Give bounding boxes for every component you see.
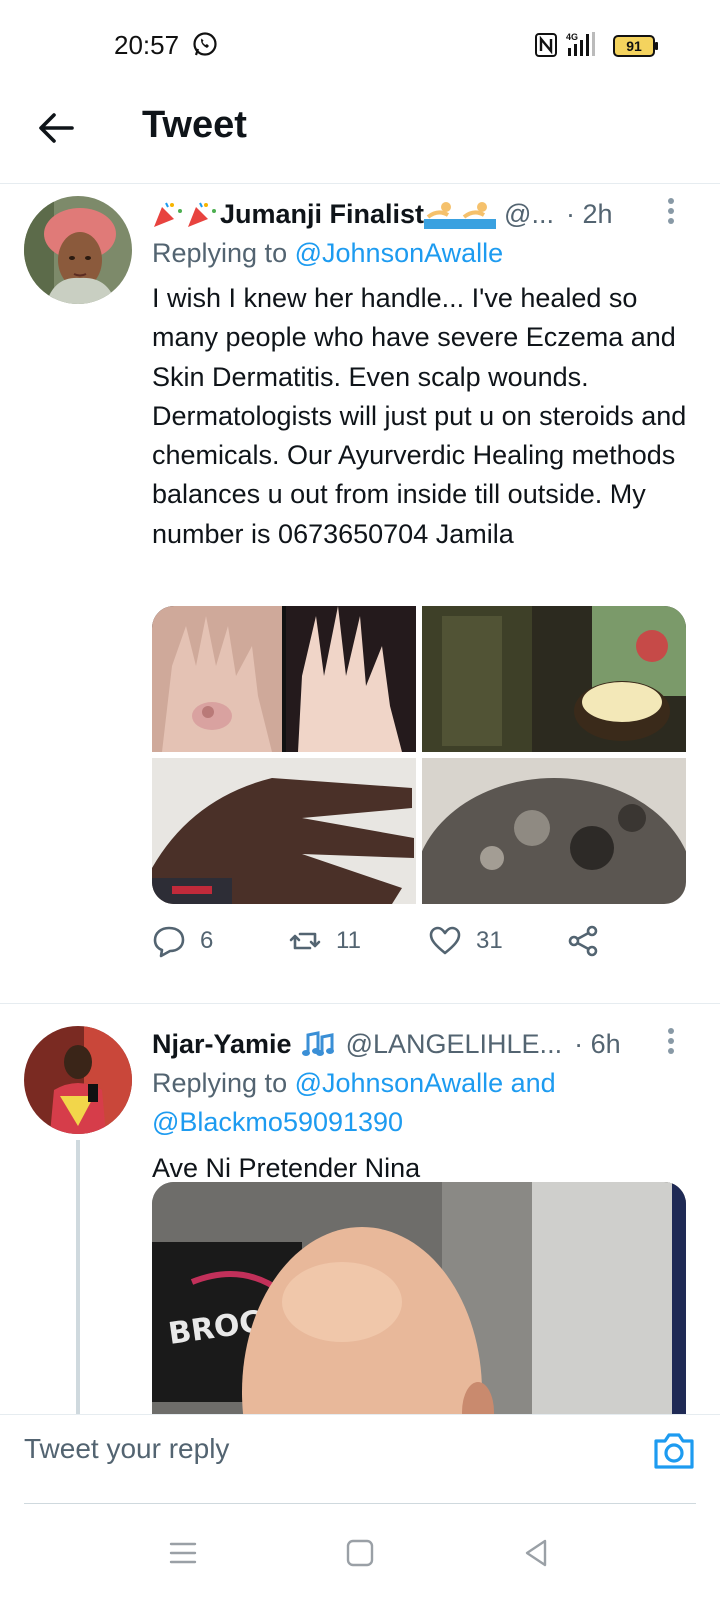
nfc-icon	[535, 33, 557, 57]
swimmer-icon	[460, 202, 497, 229]
reply-icon	[153, 926, 185, 958]
author-handle[interactable]: @LANGELIHLE...	[346, 1029, 563, 1060]
author-handle[interactable]: @...	[504, 199, 554, 230]
battery-level: 91	[626, 38, 642, 54]
status-time: 20:57	[114, 30, 180, 60]
tweet-text: I wish I knew her handle... I've healed …	[152, 283, 687, 549]
back-arrow-icon[interactable]	[36, 108, 76, 148]
music-notes-icon	[301, 1031, 334, 1056]
author-name[interactable]: Njar-Yamie	[152, 1029, 338, 1060]
media-grid[interactable]	[152, 606, 686, 904]
tweet[interactable]: Njar-Yamie @LANGELIHLE... · 6h Replying …	[0, 1004, 720, 1414]
tweet-header: Njar-Yamie @LANGELIHLE... · 6h	[152, 1024, 680, 1064]
page-title: Tweet	[142, 104, 247, 146]
mention-link[interactable]: @JohnsonAwalle	[295, 238, 504, 268]
replying-to: Replying to @JohnsonAwalle	[152, 234, 696, 273]
heart-icon	[429, 926, 461, 955]
header: Tweet	[0, 90, 720, 184]
retweet-button[interactable]: 11	[288, 924, 361, 958]
tweet-header: Jumanji Finalist @... · 2h	[152, 194, 680, 234]
media-image-oil-jar[interactable]	[422, 606, 686, 752]
avatar[interactable]	[24, 196, 132, 304]
battery-icon: 91	[613, 35, 658, 57]
tweet[interactable]: Jumanji Finalist @... · 2h Replying to @…	[0, 184, 720, 1004]
replying-to-label: Replying to	[152, 238, 288, 268]
share-button[interactable]	[566, 924, 614, 958]
media-image-dark-hand[interactable]	[152, 758, 416, 904]
reply-input[interactable]: Tweet your reply	[24, 1433, 229, 1465]
retweet-icon	[289, 932, 321, 950]
media-image-scalp[interactable]	[422, 758, 686, 904]
avatar[interactable]	[24, 1026, 132, 1134]
system-navbar	[0, 1504, 720, 1600]
whatsapp-icon	[193, 32, 217, 56]
thread-line	[76, 1140, 80, 1414]
retweet-count: 11	[336, 927, 361, 954]
home-icon[interactable]	[343, 1536, 377, 1570]
reply-count: 6	[200, 927, 214, 954]
reply-composer: Tweet your reply	[0, 1414, 720, 1505]
media-image-hands[interactable]	[152, 606, 416, 752]
author-name-text: Njar-Yamie	[152, 1028, 292, 1059]
reply-button[interactable]: 6	[152, 924, 213, 958]
tweet-actions: 6 11 31	[152, 924, 632, 964]
like-button[interactable]: 31	[428, 924, 503, 958]
author-name-text: Jumanji Finalist	[220, 198, 425, 229]
network-label: 4G	[566, 32, 578, 42]
back-icon[interactable]	[519, 1536, 553, 1570]
replying-to-label: Replying to	[152, 1068, 288, 1098]
like-count: 31	[476, 927, 503, 954]
tweet-time: · 6h	[574, 1028, 621, 1059]
party-popper-icon	[154, 202, 182, 227]
share-icon	[568, 925, 598, 957]
menu-icon[interactable]	[166, 1536, 200, 1570]
party-popper-icon	[188, 202, 216, 227]
status-bar: 20:57 4G 91	[0, 0, 720, 90]
more-options-icon[interactable]	[666, 1026, 676, 1056]
signal-icon: 4G	[566, 32, 595, 56]
tweet-time: · 2h	[565, 198, 613, 229]
replying-to: Replying to @JohnsonAwalle and @Blackmo5…	[152, 1064, 696, 1142]
media-image-bald-head[interactable]: BROCKL	[152, 1182, 686, 1414]
more-options-icon[interactable]	[666, 196, 676, 226]
author-name[interactable]: Jumanji Finalist	[152, 198, 497, 230]
swimmer-icon	[424, 202, 461, 229]
camera-icon[interactable]	[652, 1431, 696, 1471]
